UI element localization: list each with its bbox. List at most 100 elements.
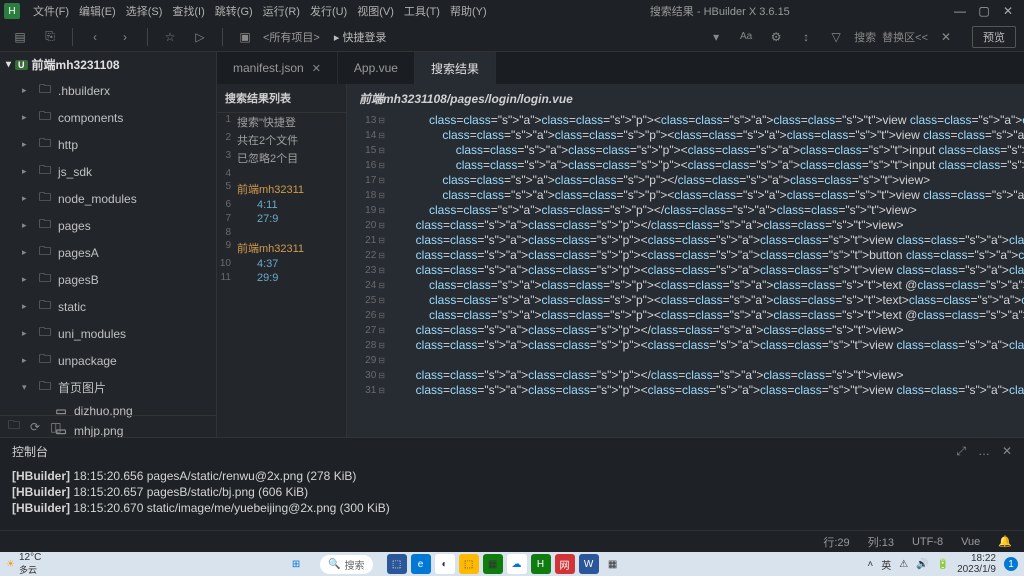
menu-item[interactable]: 文件(F) [28,6,74,18]
filter-icon[interactable]: ▽ [824,25,848,49]
folder-item[interactable]: ▸🗀components [0,104,216,131]
run-target[interactable]: ▸ 快捷登录 [334,29,387,45]
editor-tab[interactable]: 搜索结果 [415,52,496,84]
menu-item[interactable]: 帮助(Y) [445,6,492,18]
menu-item[interactable]: 运行(R) [258,6,305,18]
search-result-line[interactable]: 727:9 [217,212,346,226]
terminal-icon[interactable]: ▣ [233,25,257,49]
weather-widget[interactable]: ☀ 12°C 多云 [6,552,41,576]
forward-icon[interactable]: › [113,25,137,49]
run-icon[interactable]: ▷ [188,25,212,49]
folder-item[interactable]: ▸🗀uni_modules [0,320,216,347]
folder-item[interactable]: ▸🗀pagesA [0,239,216,266]
ime-indicator[interactable]: 英 [881,557,891,572]
folder-item[interactable]: ▸🗀node_modules [0,185,216,212]
taskbar-app-4[interactable]: ⬚ [459,554,479,574]
editor-tab[interactable]: App.vue [338,52,415,84]
console-title: 控制台 [12,443,48,460]
star-icon[interactable]: ☆ [158,25,182,49]
start-button[interactable]: ⊞ [286,554,306,574]
font-size-icon[interactable]: Aa [734,25,758,49]
folder-item[interactable]: ▸🗀pages [0,212,216,239]
volume-icon[interactable]: 🔊 [916,559,928,570]
search-result-line[interactable]: 64:11 [217,198,346,212]
status-line: 行:29 [823,534,849,550]
search-result-line[interactable]: 104:37 [217,257,346,271]
settings-icon[interactable]: ⚙ [764,25,788,49]
menu-item[interactable]: 查找(I) [167,6,209,18]
notification-badge[interactable]: 1 [1004,557,1018,571]
wifi-icon[interactable]: ⚠ [899,559,908,570]
menu-item[interactable]: 发行(U) [305,6,352,18]
folder-item[interactable]: ▸🗀http [0,131,216,158]
close-button[interactable]: ✕ [996,4,1020,18]
search-result-line[interactable]: 1129:9 [217,271,346,285]
tray-chevron-icon[interactable]: ˄ [867,559,873,570]
project-root[interactable]: ▾ U 前端mh3231108 [0,52,216,77]
project-selector[interactable]: <所有项目> [263,29,320,45]
new-file-icon[interactable]: ▤ [8,25,32,49]
back-icon[interactable]: ‹ [83,25,107,49]
search-input[interactable]: 搜索 [854,29,876,45]
case-icon[interactable]: ↕ [794,25,818,49]
console-more-icon[interactable]: … [978,444,990,458]
folder-item[interactable]: ▸🗀static [0,293,216,320]
status-language[interactable]: Vue [961,536,980,548]
taskbar-app-8[interactable]: 网 [555,554,575,574]
battery-icon[interactable]: 🔋 [937,559,949,570]
search-result-line[interactable]: 2共在2个文件 [217,131,346,149]
folder-icon: 🗀 [38,350,52,371]
taskbar-app-7[interactable]: H [531,554,551,574]
console-close-icon[interactable]: ✕ [1002,444,1012,458]
menu-item[interactable]: 工具(T) [399,6,445,18]
folder-item[interactable]: ▸🗀js_sdk [0,158,216,185]
folder-item[interactable]: ▸🗀pagesB [0,266,216,293]
taskbar-app-9[interactable]: W [579,554,599,574]
save-icon[interactable]: ⎘ [38,25,62,49]
replace-input[interactable]: 替换区<< [882,29,928,45]
taskbar-app-5[interactable]: ▦ [483,554,503,574]
taskbar-app-1[interactable]: ⬚ [387,554,407,574]
menu-item[interactable]: 跳转(G) [210,6,258,18]
code-editor[interactable]: 前端mh3231108/pages/login/login.vue 13⊟14⊟… [347,84,1024,437]
line-gutter: 13⊟14⊟15⊟16⊟17⊟18⊟19⊟20⊟21⊟22⊟23⊟24⊟25⊟2… [347,113,389,437]
collapse-icon: ▾ [6,59,11,70]
menu-item[interactable]: 编辑(E) [74,6,121,18]
folder-icon: 🗀 [38,161,52,182]
editor-file-path: 前端mh3231108/pages/login/login.vue [347,84,1024,113]
folder-item[interactable]: ▸🗀unpackage [0,347,216,374]
refresh-icon[interactable]: ⟳ [30,420,40,434]
files-view-icon[interactable]: 🗀 [8,416,20,437]
menu-item[interactable]: 选择(S) [121,6,168,18]
search-result-line[interactable]: 3已忽略2个目 [217,149,346,167]
taskbar-app-2[interactable]: e [411,554,431,574]
toolbar: ▤ ⎘ ‹ › ☆ ▷ ▣ <所有项目> ▸ 快捷登录 ▾ Aa ⚙ ↕ ▽ 搜… [0,22,1024,52]
taskbar-search[interactable]: 🔍 搜索 [320,555,372,574]
notifications-icon[interactable]: 🔔 [998,535,1012,548]
status-encoding[interactable]: UTF-8 [912,536,943,548]
menu-item[interactable]: 视图(V) [352,6,399,18]
search-result-line[interactable]: 4 [217,167,346,180]
minimize-button[interactable]: — [948,4,972,18]
close-tab-icon[interactable]: ✕ [312,62,321,75]
preview-button[interactable]: 预览 [972,26,1016,48]
taskbar-app-6[interactable]: ☁ [507,554,527,574]
folder-item[interactable]: ▸🗀.hbuilderx [0,77,216,104]
chevron-right-icon: ▸ [22,85,32,96]
code-content[interactable]: class=class="s">"a">class=class="s">"p">… [389,113,1024,437]
taskbar-clock[interactable]: 18:22 2023/1/9 [957,553,996,575]
taskbar-app-10[interactable]: ▦ [603,554,623,574]
search-result-line[interactable]: 9前端mh32311 [217,239,346,257]
maximize-button[interactable]: ▢ [972,4,996,18]
console-expand-icon[interactable]: ⤢ [956,444,966,459]
collapse-icon[interactable]: ▾ [704,25,728,49]
outline-icon[interactable]: ◫ [50,420,61,434]
chevron-right-icon: ▸ [22,355,32,366]
search-result-line[interactable]: 8 [217,226,346,239]
clear-icon[interactable]: ✕ [934,25,958,49]
folder-open[interactable]: ▾ 🗀 首页图片 [0,374,216,401]
search-result-line[interactable]: 1搜索"快捷登 [217,113,346,131]
taskbar-app-3[interactable]: ◐ [435,554,455,574]
editor-tab[interactable]: manifest.json✕ [217,52,338,84]
search-result-line[interactable]: 5前端mh32311 [217,180,346,198]
